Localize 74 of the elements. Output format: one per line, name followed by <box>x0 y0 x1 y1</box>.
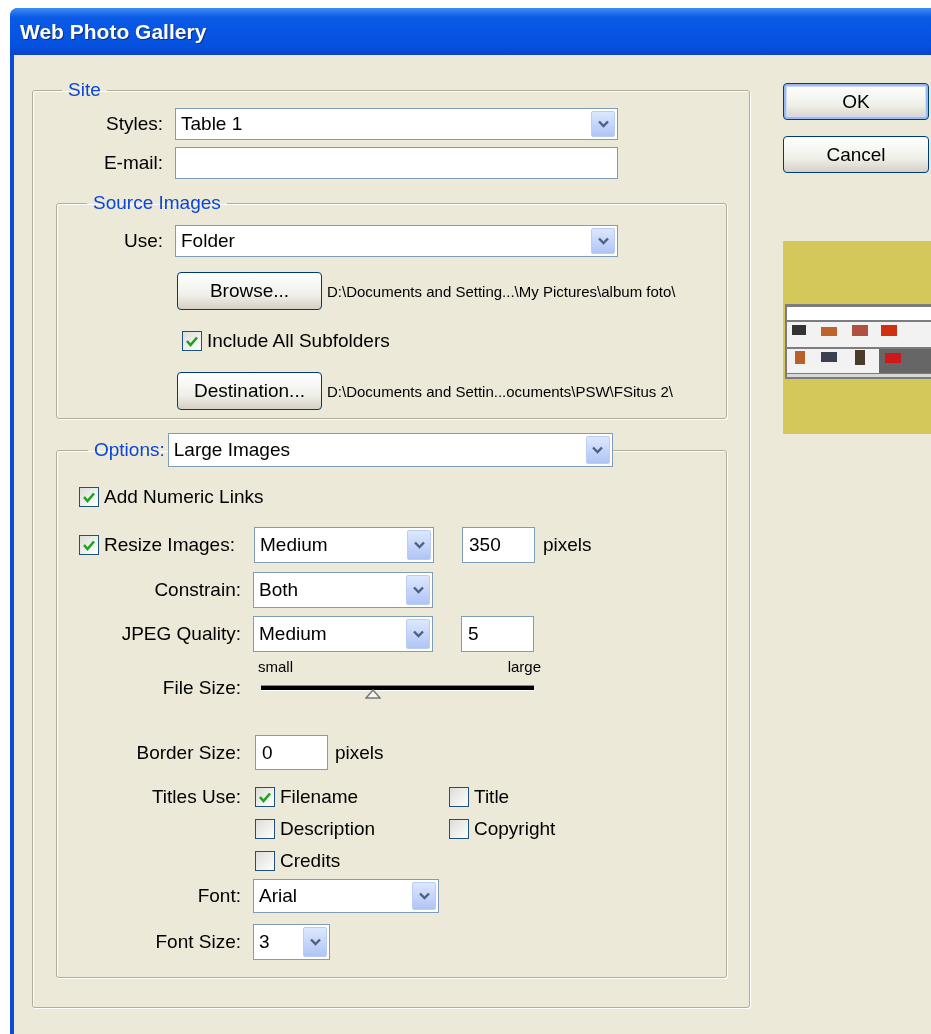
field-label: Font Size: <box>154 931 241 953</box>
size-field[interactable]: 350 <box>462 527 535 563</box>
font-dropdown[interactable]: Arial <box>253 879 439 913</box>
field-label: Titles Use: <box>150 785 241 809</box>
unit-label: pixels <box>335 741 384 764</box>
chevron-down-icon <box>412 586 424 594</box>
scale-label: small <box>258 657 293 675</box>
chevron-down-icon <box>597 120 609 128</box>
options-dropdown[interactable]: Large Images <box>167 433 613 467</box>
checkbox[interactable] <box>449 787 469 807</box>
checkbox-label: Credits <box>280 850 341 872</box>
slider-thumb[interactable] <box>364 689 381 699</box>
constrain-dropdown[interactable]: Both <box>253 572 433 608</box>
checkbox-label: Include All Subfolders <box>207 330 390 352</box>
chevron-down-icon <box>412 630 424 638</box>
checkbox[interactable] <box>449 819 469 839</box>
source-dropdown[interactable]: Folder <box>175 225 618 257</box>
checkbox[interactable] <box>79 535 99 555</box>
ok-button[interactable]: OK <box>783 83 929 120</box>
field-label: Styles: <box>104 113 163 135</box>
size-dropdown[interactable]: Medium <box>254 527 434 563</box>
group-title: Source Images <box>93 192 221 213</box>
checkbox-label: Copyright <box>474 818 556 840</box>
dropdown-button[interactable] <box>407 530 431 560</box>
check-icon <box>186 335 198 347</box>
check-icon <box>83 539 95 551</box>
chevron-down-icon <box>309 938 321 946</box>
group-title: Options: <box>94 439 165 461</box>
styles-dropdown[interactable]: Table 1 <box>175 108 618 140</box>
check-icon <box>83 491 95 503</box>
dropdown-button[interactable] <box>406 575 430 605</box>
field-label: Border Size: <box>135 741 241 764</box>
chevron-down-icon <box>597 237 609 245</box>
dropdown-button[interactable] <box>412 882 436 910</box>
browse-button[interactable]: Browse... <box>177 272 322 310</box>
chevron-down-icon <box>413 541 425 549</box>
field-label: E-mail: <box>102 152 163 174</box>
checkbox-label: Resize Images: <box>104 534 235 556</box>
chevron-down-icon <box>592 446 604 454</box>
folder-path: D:\Documents and Setting...\My Pictures\album foto\ <box>327 282 676 300</box>
check-icon <box>259 791 271 803</box>
quality-dropdown[interactable]: Medium <box>253 616 433 652</box>
checkbox-label: Description <box>280 818 376 840</box>
checkbox-label: Filename <box>280 786 359 808</box>
dropdown-button[interactable] <box>303 927 327 957</box>
dropdown-button[interactable] <box>591 228 615 254</box>
window-title: Web Photo Gallery <box>20 19 207 44</box>
unit-label: pixels <box>543 534 592 556</box>
field-label: JPEG Quality: <box>120 623 241 645</box>
field-label: Constrain: <box>153 579 241 601</box>
dropdown-button[interactable] <box>591 111 615 137</box>
destination-button[interactable]: Destination... <box>177 372 322 410</box>
checkbox-label: Add Numeric Links <box>104 486 264 508</box>
checkbox[interactable] <box>255 787 275 807</box>
field-label: Use: <box>122 230 163 252</box>
field-label: Font: <box>196 885 241 907</box>
cancel-button[interactable]: Cancel <box>783 136 929 173</box>
font-size-dropdown[interactable]: 3 <box>253 924 330 960</box>
group-title: Site <box>68 79 101 100</box>
quality-field[interactable]: 5 <box>461 616 534 652</box>
checkbox-label: Title <box>474 786 510 808</box>
dropdown-button[interactable] <box>406 619 430 649</box>
field-label: File Size: <box>161 677 241 699</box>
chevron-down-icon <box>418 892 430 900</box>
slider-track[interactable] <box>261 685 534 700</box>
checkbox[interactable] <box>255 819 275 839</box>
folder-path: D:\Documents and Settin...ocuments\PSW\FSitus 2\ <box>327 382 673 400</box>
checkbox[interactable] <box>79 487 99 507</box>
checkbox[interactable] <box>182 331 202 351</box>
email-field[interactable] <box>175 147 618 179</box>
dropdown-button[interactable] <box>585 436 610 464</box>
border-size-field[interactable]: 0 <box>255 735 328 770</box>
scale-label: large <box>507 657 541 675</box>
checkbox[interactable] <box>255 851 275 871</box>
